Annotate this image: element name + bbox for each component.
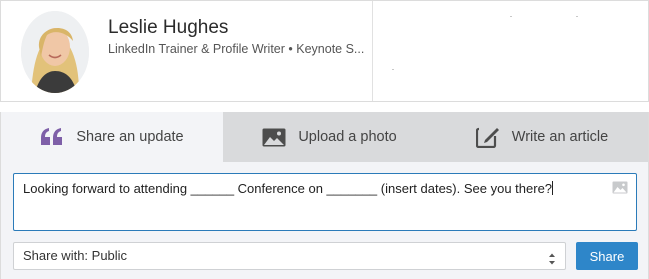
quote-icon	[40, 128, 64, 146]
share-visibility-value: Share with: Public	[23, 248, 128, 263]
share-button[interactable]: Share	[576, 242, 638, 270]
tab-label: Share an update	[76, 129, 184, 145]
attach-image-icon[interactable]	[612, 181, 628, 199]
share-visibility-select[interactable]: Share with: Public	[13, 242, 566, 270]
photo-icon	[262, 128, 286, 147]
tab-upload-photo[interactable]: Upload a photo	[223, 112, 436, 162]
edit-article-icon	[475, 126, 500, 148]
speck	[392, 69, 394, 70]
select-arrows-icon	[548, 249, 556, 275]
profile-headline: LinkedIn Trainer & Profile Writer • Keyn…	[108, 42, 365, 56]
update-text: Looking forward to attending ______ Conf…	[23, 181, 553, 196]
tab-share-update[interactable]: Share an update	[1, 112, 223, 162]
share-box: Share an update Upload a photo Write an …	[0, 112, 649, 279]
divider	[372, 1, 373, 101]
profile-card: Leslie Hughes LinkedIn Trainer & Profile…	[0, 0, 649, 102]
speck	[510, 16, 512, 17]
text-caret	[552, 181, 554, 195]
tab-write-article[interactable]: Write an article	[436, 112, 648, 162]
tab-label: Write an article	[511, 129, 609, 145]
tab-label: Upload a photo	[298, 129, 397, 145]
profile-name[interactable]: Leslie Hughes	[108, 17, 228, 39]
speck	[576, 16, 578, 17]
update-text-input[interactable]: Looking forward to attending ______ Conf…	[13, 173, 637, 231]
avatar[interactable]	[21, 11, 89, 93]
